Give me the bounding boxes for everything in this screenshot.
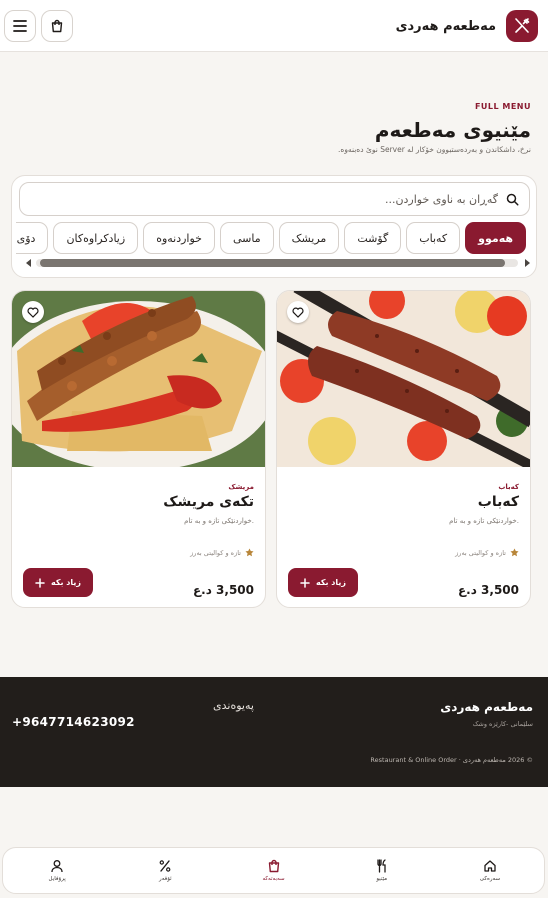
add-to-cart-button[interactable]: زیاد بکە [23, 568, 94, 597]
search-icon [506, 193, 519, 206]
product-description: خواردنێکی تازە و بە تام. [184, 517, 254, 525]
page-title: مێنیوی مەطعەم [374, 118, 531, 142]
product-card[interactable]: مریشک تکەی مریشک خواردنێکی تازە و بە تام… [11, 290, 266, 608]
category-chip-chicken[interactable]: مریشک [278, 222, 340, 254]
quality-tag-label: تازە و کوالیتی بەرز [455, 548, 506, 557]
footer-contact-title: پەیوەندی [213, 699, 254, 712]
product-description: خواردنێکی تازە و بە تام. [449, 517, 519, 525]
star-icon [245, 548, 254, 557]
heart-icon [27, 307, 39, 318]
kebab-photo [277, 291, 530, 467]
hamburger-icon [13, 20, 27, 32]
shopping-bag-icon [268, 859, 279, 873]
quality-tag-label: تازە و کوالیتی بەرز [190, 548, 241, 557]
menu-button[interactable] [4, 10, 36, 42]
footer-location: سلێمانی -کارێزە وشک [472, 720, 533, 728]
nav-label-cart: سەبەتەکە [262, 876, 285, 882]
chips-scrollbar[interactable] [22, 258, 532, 268]
search-filter-card: هەموو کەباب گۆشت مریشک ماسی خواردنەوە زی… [11, 175, 537, 278]
product-category: کەباب [498, 483, 519, 491]
nav-label-offers: ئۆفەر [159, 876, 172, 882]
product-price: 3,500 د.ع [457, 583, 519, 597]
nav-item-menu[interactable]: مێنیو [337, 859, 427, 882]
category-chip-extras[interactable]: زیادکراوەکان [53, 222, 139, 254]
category-chip-fish[interactable]: ماسی [219, 222, 274, 254]
home-icon [484, 860, 496, 872]
product-name: تکەی مریشک [163, 494, 254, 510]
category-chip-kurdish-yogurt[interactable]: دۆی کوردی [16, 222, 49, 254]
scroll-thumb[interactable] [40, 259, 505, 267]
category-chip-drinks[interactable]: خواردنەوە [143, 222, 215, 254]
add-to-cart-button[interactable]: زیاد بکە [288, 568, 359, 597]
plus-icon [35, 577, 45, 588]
brand-name: مەطعەم هەردی [395, 18, 496, 34]
shopping-bag-icon [51, 19, 63, 33]
category-chip-meat[interactable]: گۆشت [344, 222, 402, 254]
product-name: کەباب [477, 494, 519, 510]
bottom-nav: سەرەکی مێنیو سەبەتەکە ئۆفەر پرۆفایل [2, 847, 545, 894]
product-price: 3,500 د.ع [192, 583, 254, 597]
favorite-button[interactable] [287, 301, 309, 323]
nav-label-home: سەرەکی [479, 876, 501, 882]
fork-knife-icon [377, 859, 386, 873]
nav-item-offers[interactable]: ئۆفەر [120, 859, 210, 882]
nav-item-home[interactable]: سەرەکی [445, 859, 535, 882]
section-eyebrow: FULL MENU [474, 102, 531, 111]
page-subtitle: نرخ، داشکاندن و بەردەستبوون خۆکار لە Ser… [338, 145, 531, 154]
cart-button[interactable] [41, 10, 73, 42]
nav-item-cart[interactable]: سەبەتەکە [229, 859, 319, 882]
category-chips: هەموو کەباب گۆشت مریشک ماسی خواردنەوە زی… [16, 222, 526, 254]
favorite-button[interactable] [22, 301, 44, 323]
footer-phone[interactable]: +9647714623092 [12, 715, 135, 729]
quality-tag: تازە و کوالیتی بەرز [455, 548, 519, 557]
footer-brand: مەطعەم هەردی [440, 700, 533, 714]
percent-icon [159, 860, 171, 872]
product-card[interactable]: کەباب کەباب خواردنێکی تازە و بە تام. تاز… [276, 290, 531, 608]
search-box[interactable] [19, 182, 530, 216]
site-footer: مەطعەم هەردی سلێمانی -کارێزە وشک پەیوەند… [0, 677, 548, 787]
nav-label-menu: مێنیو [376, 876, 388, 882]
search-input[interactable] [30, 192, 499, 206]
brand[interactable]: مەطعەم هەردی [396, 10, 538, 42]
scroll-right-arrow-icon[interactable] [522, 258, 532, 268]
star-icon [510, 548, 519, 557]
fork-knife-icon [506, 10, 538, 42]
category-chip-kebab[interactable]: کەباب [406, 222, 461, 254]
nav-label-profile: پرۆفایل [48, 876, 66, 882]
quality-tag: تازە و کوالیتی بەرز [190, 548, 254, 557]
footer-copyright: © 2026 مەطعەم هەردی · Restaurant & Onlin… [370, 756, 533, 764]
top-header: مەطعەم هەردی [0, 0, 548, 52]
add-to-cart-label: زیاد بکە [51, 578, 82, 587]
chicken-tikka-photo [12, 291, 265, 467]
category-chip-all[interactable]: هەموو [465, 222, 526, 254]
user-icon [51, 860, 63, 873]
add-to-cart-label: زیاد بکە [316, 578, 347, 587]
nav-item-profile[interactable]: پرۆفایل [12, 859, 102, 882]
scroll-left-arrow-icon[interactable] [24, 258, 34, 268]
product-category: مریشک [228, 483, 254, 491]
plus-icon [300, 577, 310, 588]
heart-icon [292, 307, 304, 318]
